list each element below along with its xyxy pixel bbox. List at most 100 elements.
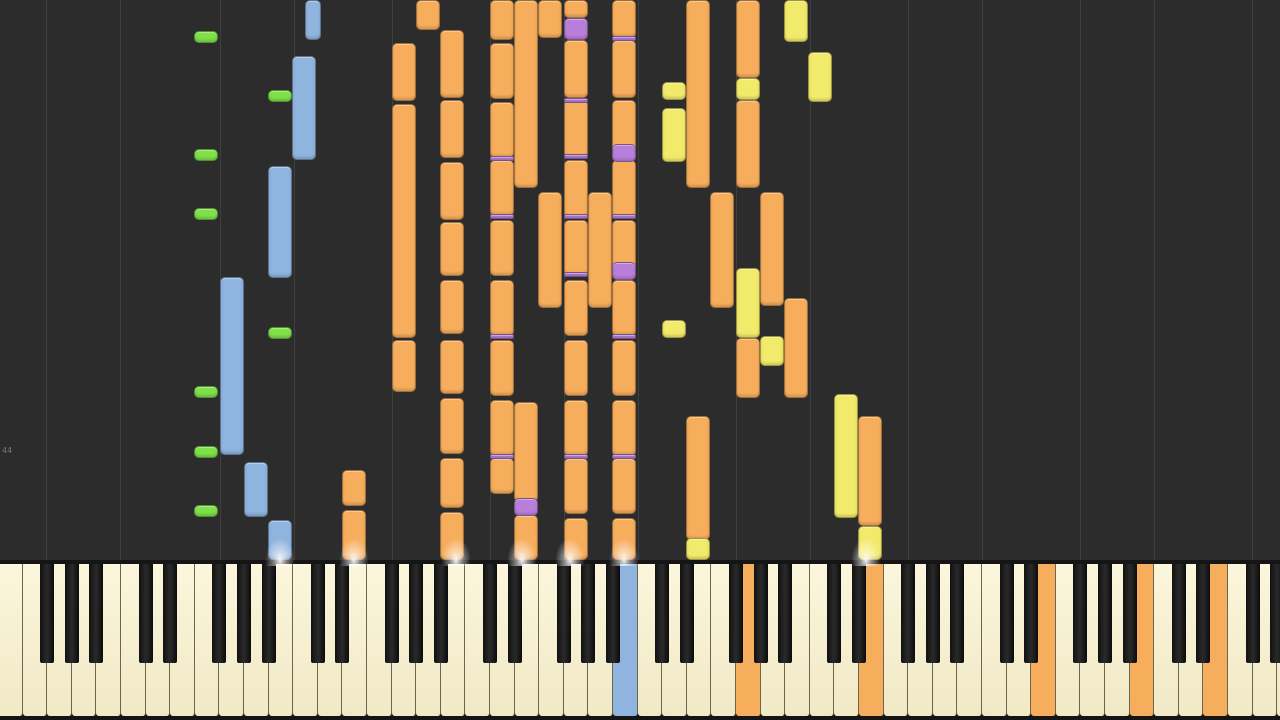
note-orange xyxy=(612,160,636,218)
black-key[interactable] xyxy=(64,564,79,663)
measure-grid-line xyxy=(120,0,121,560)
black-key[interactable] xyxy=(655,564,670,663)
note-green xyxy=(194,446,218,458)
note-yellow xyxy=(662,108,686,162)
note-orange xyxy=(564,400,588,456)
note-purple xyxy=(564,154,588,159)
note-orange xyxy=(686,0,710,188)
black-key[interactable] xyxy=(1171,564,1186,663)
measure-grid-line xyxy=(1080,0,1081,560)
black-key[interactable] xyxy=(1196,564,1211,663)
note-purple xyxy=(490,454,514,459)
black-key[interactable] xyxy=(778,564,793,663)
black-key[interactable] xyxy=(606,564,620,663)
note-orange xyxy=(514,402,538,502)
note-orange xyxy=(440,340,464,394)
note-purple xyxy=(564,454,588,459)
note-yellow xyxy=(686,538,710,560)
note-orange xyxy=(490,43,514,99)
black-key[interactable] xyxy=(1098,564,1112,663)
note-yellow xyxy=(662,320,686,338)
black-key[interactable] xyxy=(409,564,424,663)
black-key[interactable] xyxy=(212,564,227,663)
white-key[interactable] xyxy=(0,564,23,716)
black-key[interactable] xyxy=(507,564,522,663)
note-orange xyxy=(564,0,588,18)
note-orange xyxy=(612,280,636,336)
note-orange xyxy=(612,458,636,514)
measure-number: 44 xyxy=(2,446,13,455)
black-key[interactable] xyxy=(999,564,1014,663)
black-key[interactable] xyxy=(827,564,842,663)
note-green xyxy=(194,505,218,517)
note-orange xyxy=(440,30,464,98)
note-purple xyxy=(564,18,588,40)
note-blue xyxy=(268,166,292,278)
black-key[interactable] xyxy=(1073,564,1088,663)
measure-grid-line xyxy=(908,0,909,560)
black-key[interactable] xyxy=(950,564,965,663)
note-orange xyxy=(490,340,514,396)
note-blue xyxy=(268,520,292,560)
note-orange xyxy=(440,100,464,158)
note-orange xyxy=(564,100,588,158)
black-key[interactable] xyxy=(1024,564,1039,663)
black-key[interactable] xyxy=(1270,564,1280,663)
black-key[interactable] xyxy=(237,564,251,663)
note-orange xyxy=(612,518,636,560)
note-yellow xyxy=(736,268,760,338)
note-orange xyxy=(490,280,514,336)
note-purple xyxy=(564,214,588,219)
note-green xyxy=(194,149,218,161)
note-orange xyxy=(392,43,416,101)
black-key[interactable] xyxy=(1245,564,1260,663)
note-orange xyxy=(736,338,760,398)
black-key[interactable] xyxy=(729,564,743,663)
note-purple xyxy=(564,272,588,277)
note-purple xyxy=(612,454,636,459)
note-orange xyxy=(612,400,636,456)
note-orange xyxy=(342,470,366,506)
note-purple xyxy=(564,98,588,103)
black-key[interactable] xyxy=(433,564,448,663)
black-key[interactable] xyxy=(852,564,866,663)
note-purple xyxy=(490,156,514,161)
black-key[interactable] xyxy=(556,564,571,663)
note-orange xyxy=(564,340,588,396)
note-orange xyxy=(564,458,588,514)
black-key[interactable] xyxy=(89,564,104,663)
black-key[interactable] xyxy=(163,564,178,663)
note-green xyxy=(268,327,292,339)
black-key[interactable] xyxy=(679,564,694,663)
black-key[interactable] xyxy=(753,564,768,663)
black-key[interactable] xyxy=(138,564,153,663)
note-orange xyxy=(612,40,636,98)
note-orange xyxy=(440,512,464,560)
note-purple xyxy=(612,262,636,280)
note-orange xyxy=(858,416,882,526)
black-key[interactable] xyxy=(261,564,276,663)
black-key[interactable] xyxy=(1122,564,1137,663)
black-key[interactable] xyxy=(581,564,596,663)
note-orange xyxy=(392,340,416,392)
black-key[interactable] xyxy=(901,564,916,663)
note-orange xyxy=(342,510,366,560)
note-orange xyxy=(564,160,588,218)
black-key[interactable] xyxy=(310,564,325,663)
black-key[interactable] xyxy=(40,564,55,663)
note-yellow xyxy=(760,336,784,366)
note-orange xyxy=(514,515,538,560)
note-yellow xyxy=(662,82,686,100)
black-key[interactable] xyxy=(384,564,399,663)
note-orange xyxy=(490,102,514,158)
note-orange xyxy=(514,0,538,188)
note-orange xyxy=(760,192,784,306)
black-key[interactable] xyxy=(335,564,350,663)
piano-keyboard[interactable] xyxy=(0,560,1280,720)
black-key[interactable] xyxy=(483,564,497,663)
note-orange xyxy=(440,162,464,220)
note-green xyxy=(194,208,218,220)
note-yellow xyxy=(736,78,760,100)
black-key[interactable] xyxy=(925,564,940,663)
note-purple xyxy=(612,214,636,219)
